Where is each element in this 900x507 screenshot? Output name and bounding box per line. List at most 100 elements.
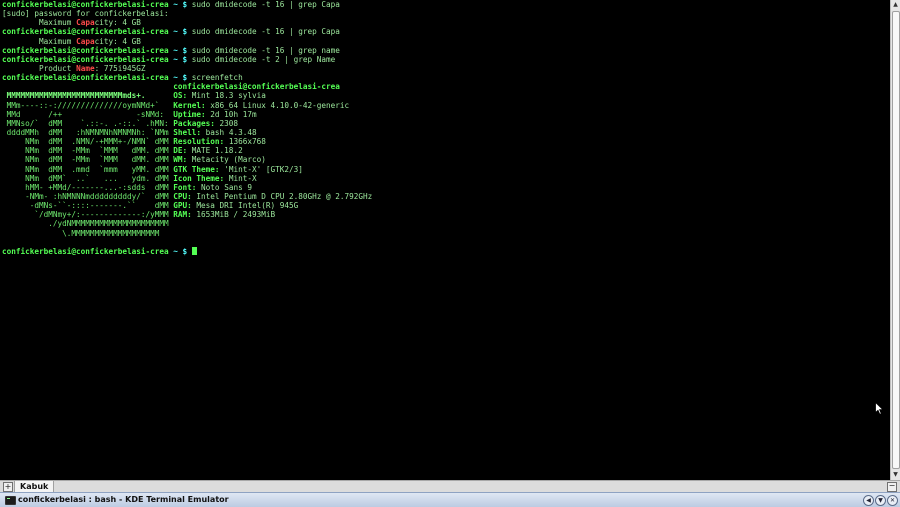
screenfetch-info-value: Intel Pentium D CPU 2.80GHz @ 2.792GHz (196, 191, 373, 201)
screenfetch-info-key: WM: (173, 155, 188, 165)
command-text: sudo dmidecode -t 16 | grep Capa (191, 0, 340, 9)
terminal-app-icon (5, 496, 16, 505)
screenfetch-line: \.MMMMMMMMMMMMMMMMMMM (2, 229, 372, 238)
screenfetch-line: MMm----::-://////////////oymNMd+` Kernel… (2, 101, 372, 110)
screenfetch-logo-row (2, 82, 173, 91)
screenfetch-info-key: OS: (173, 91, 188, 101)
screenfetch-info-key: Packages: (173, 118, 215, 128)
close-window-icon[interactable]: ✕ (887, 495, 898, 506)
terminal-scrollbar[interactable]: ▲ ▼ (890, 0, 900, 480)
screenfetch-line: MMd /++ -sNMd: Uptime: 2d 10h 17m (2, 110, 372, 119)
screenfetch-line: ./ydNMMMMMMMMMMMMMMMMMMMMM (2, 219, 372, 228)
terminal-line: confickerbelasi@confickerbelasi-crea ~ $… (2, 0, 372, 9)
terminal-line: confickerbelasi@confickerbelasi-crea ~ $… (2, 46, 372, 55)
screenfetch-info-key: DE: (173, 146, 188, 156)
screenfetch-logo-row: NMm dMM .NMN/-+MMM+-/NMN` dMM (2, 137, 174, 147)
grep-match-text: Name (76, 63, 95, 73)
prompt-symbol: ~ $ (168, 45, 192, 55)
command-text: sudo dmidecode -t 16 | grep name (191, 45, 340, 55)
screenfetch-line: -NMm- :hNMNNNmdddddddddy/` dMM CPU: Inte… (2, 192, 372, 201)
grep-match-text: Capa (76, 18, 95, 28)
screenfetch-line: NMm dMM .mmd `mmm yMM. dMM GTK Theme: 'M… (2, 165, 372, 174)
screenfetch-info-value: 2308 (219, 118, 239, 128)
screenfetch-info-key: GPU: (173, 201, 192, 211)
prompt-user-host: confickerbelasi@confickerbelasi-crea (2, 0, 169, 9)
screenfetch-info-value: Mesa DRI Intel(R) 945G (196, 201, 299, 211)
screenfetch-info-value: 'Mint-X' [GTK2/3] (224, 164, 303, 174)
screenfetch-logo-row: -dMNs-``-::::-------.`` dMM (2, 201, 174, 211)
screenfetch-info-key: Uptime: (173, 109, 206, 119)
screenfetch-line: NMm dMM` ..` ... ydm. dMM Icon Theme: Mi… (2, 174, 372, 183)
screenfetch-info-value: bash 4.3.48 (205, 127, 257, 137)
output-text: city: 4 GB (94, 36, 141, 46)
output-text: city: 4 GB (94, 18, 141, 28)
screenfetch-line: ddddMMh dMM :hNMNMNhNMNMNh: `NMm Shell: … (2, 128, 372, 137)
window-menu-icon[interactable]: ▼ (875, 495, 886, 506)
screenfetch-info-key: CPU: (173, 191, 192, 201)
command-text: screenfetch (191, 73, 243, 83)
screenfetch-logo-row: MMd /++ -sNMd: (2, 109, 174, 119)
screenfetch-line: confickerbelasi@confickerbelasi-crea (2, 82, 372, 91)
screenfetch-header: confickerbelasi@confickerbelasi-crea (173, 82, 340, 92)
terminal-area[interactable]: confickerbelasi@confickerbelasi-crea ~ $… (0, 0, 890, 480)
taskbar: confickerbelasi : bash - KDE Terminal Em… (0, 492, 900, 507)
taskbar-window-title[interactable]: confickerbelasi : bash - KDE Terminal Em… (18, 493, 229, 507)
screenfetch-line: hMM- +MMd/-------...-:sdds dMM Font: Not… (2, 183, 372, 192)
scroll-up-arrow-icon[interactable]: ▲ (891, 0, 900, 10)
screenfetch-info-value: 1653MiB / 2493MiB (196, 210, 276, 220)
screenfetch-info-key: RAM: (173, 210, 192, 220)
prompt-symbol: ~ $ (168, 73, 192, 83)
output-text: Maximum (2, 18, 77, 28)
screenfetch-logo-row: `/dMNmy+/:-------------:/yMMM (2, 210, 174, 220)
mouse-pointer-icon (875, 402, 884, 415)
screenfetch-info-value: Mint 18.3 sylvia (191, 91, 266, 101)
screenfetch-info-key: Kernel: (173, 100, 206, 110)
output-text: : 775i945GZ (94, 63, 146, 73)
screenfetch-logo-row: \.MMMMMMMMMMMMMMMMMMM (2, 228, 174, 238)
screenfetch-logo-row: NMm dMM .mmd `mmm yMM. dMM (2, 164, 174, 174)
terminal-line: Maximum Capacity: 4 GB (2, 37, 372, 46)
screenfetch-info-value: x86_64 Linux 4.10.0-42-generic (210, 100, 350, 110)
screenfetch-logo-row: ddddMMh dMM :hNMNMNhNMNMNh: `NMm (2, 127, 174, 137)
screenfetch-line: NMm dMM .NMN/-+MMM+-/NMN` dMM Resolution… (2, 137, 372, 146)
screenfetch-logo-row: NMm dMM` ..` ... ydm. dMM (2, 173, 174, 183)
screenfetch-line: MMNso/` dMM `.::-. .-::.` .hMN: Packages… (2, 119, 372, 128)
screenfetch-info-value: Noto Sans 9 (201, 182, 252, 192)
screenfetch-logo-row: hMM- +MMd/-------...-:sdds dMM (2, 182, 174, 192)
prompt-symbol: ~ $ (168, 246, 192, 256)
scroll-left-icon[interactable]: ◀ (863, 495, 874, 506)
terminal-line-active: confickerbelasi@confickerbelasi-crea ~ $ (2, 246, 372, 256)
prompt-user-host: confickerbelasi@confickerbelasi-crea (2, 54, 169, 64)
output-text: Product (2, 63, 77, 73)
prompt-user-host: confickerbelasi@confickerbelasi-crea (2, 246, 169, 256)
screenfetch-logo-row: MMm----::-://////////////oymNMd+` (2, 100, 174, 110)
grep-match-text: Capa (76, 36, 95, 46)
prompt-user-host: confickerbelasi@confickerbelasi-crea (2, 27, 169, 37)
screenfetch-info-key: GTK Theme: (173, 164, 220, 174)
terminal-line: [sudo] password for confickerbelasi: (2, 9, 372, 18)
screenfetch-info-value: 1366x768 (228, 137, 266, 147)
screenfetch-logo-row: MMMMMMMMMMMMMMMMMMMMMMMMMmds+. (2, 91, 174, 101)
close-tab-button[interactable]: − (887, 482, 897, 492)
screenfetch-line: `/dMNmy+/:-------------:/yMMM RAM: 1653M… (2, 210, 372, 219)
tab-kabuk[interactable]: Kabuk (14, 481, 55, 492)
terminal-output: confickerbelasi@confickerbelasi-crea ~ $… (2, 0, 372, 256)
scroll-down-arrow-icon[interactable]: ▼ (891, 470, 900, 480)
output-text: Maximum (2, 36, 77, 46)
terminal-line: confickerbelasi@confickerbelasi-crea ~ $… (2, 73, 372, 82)
text-cursor[interactable] (191, 246, 197, 255)
command-text: sudo dmidecode -t 2 | grep Name (191, 54, 336, 64)
new-tab-button[interactable]: + (3, 482, 13, 492)
screenfetch-info-key: Icon Theme: (173, 173, 225, 183)
output-text: [sudo] password for confickerbelasi: (2, 9, 169, 19)
prompt-symbol: ~ $ (168, 0, 192, 9)
scroll-thumb[interactable] (892, 11, 900, 469)
screenfetch-logo-row: ./ydNMMMMMMMMMMMMMMMMMMMMM (2, 219, 174, 229)
terminal-line: Product Name: 775i945GZ (2, 64, 372, 73)
screenfetch-info-value: Mint-X (228, 173, 257, 183)
screenfetch-info-key: Resolution: (173, 137, 225, 147)
terminal-line: Maximum Capacity: 4 GB (2, 18, 372, 27)
prompt-user-host: confickerbelasi@confickerbelasi-crea (2, 45, 169, 55)
prompt-symbol: ~ $ (168, 54, 192, 64)
